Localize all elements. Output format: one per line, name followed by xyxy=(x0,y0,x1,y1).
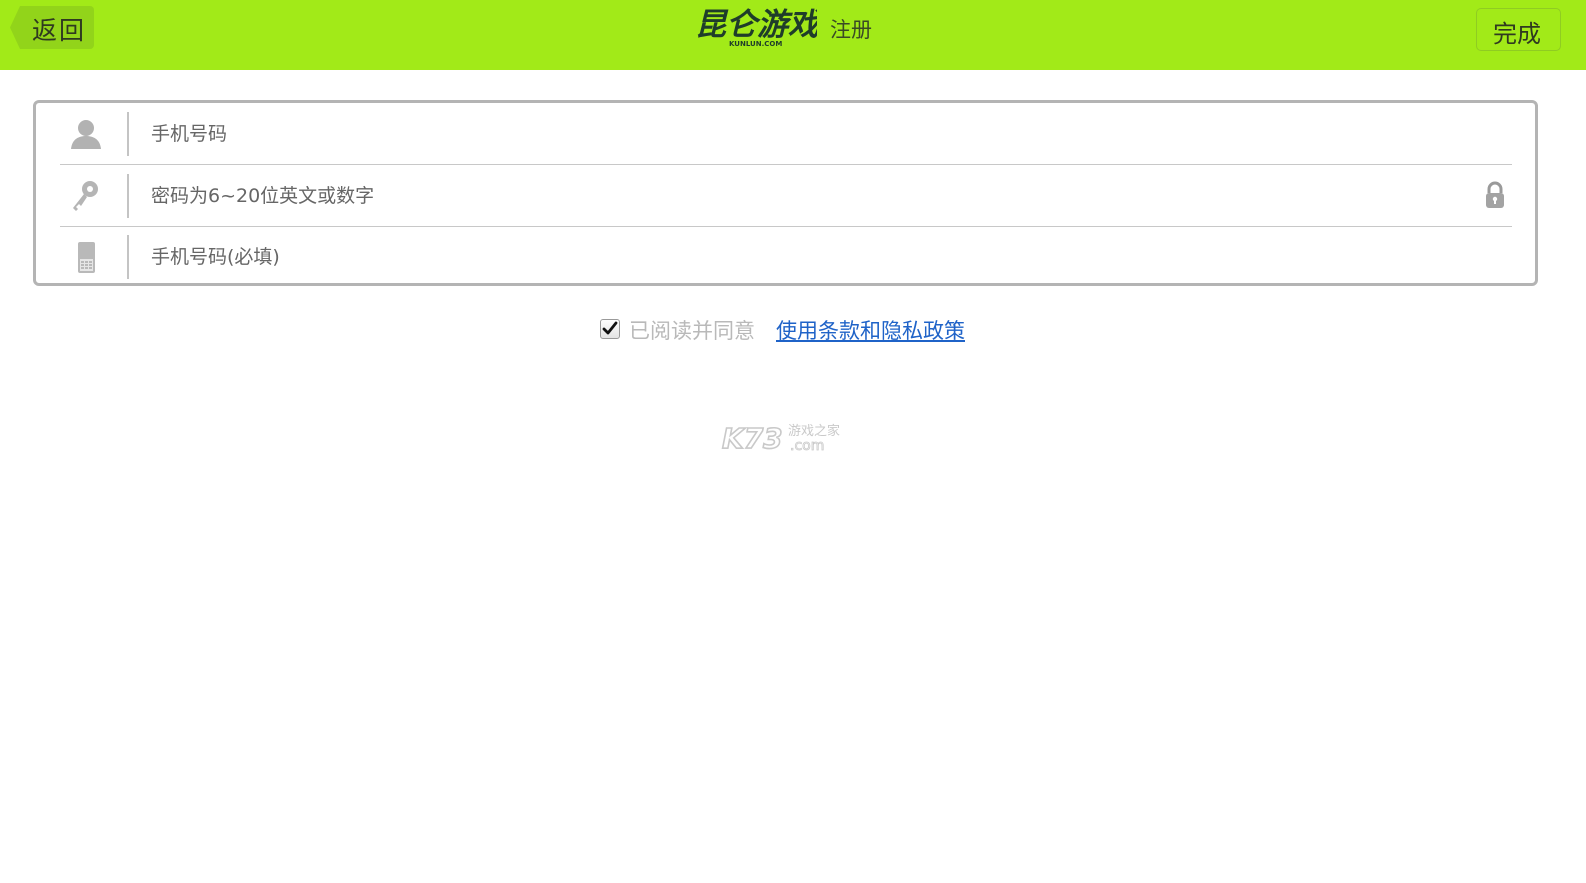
back-button-label: 返回 xyxy=(32,16,87,45)
username-input[interactable] xyxy=(149,113,1453,155)
key-icon xyxy=(73,181,98,211)
top-bar: 返回 昆仑游戏 KUNLUN.COM 注册 完成 xyxy=(0,0,1586,70)
kunlun-logo: 昆仑游戏 KUNLUN.COM xyxy=(695,7,817,48)
watermark-main: K73 xyxy=(722,422,783,454)
phone-row xyxy=(60,226,1512,287)
phone-input[interactable] xyxy=(149,236,1453,278)
lock-icon[interactable] xyxy=(1484,180,1506,210)
password-input[interactable] xyxy=(149,175,1453,217)
user-icon xyxy=(71,120,101,149)
row-divider xyxy=(127,235,129,279)
agree-checkbox[interactable] xyxy=(600,319,620,339)
row-divider xyxy=(127,174,129,218)
done-button[interactable]: 完成 xyxy=(1476,8,1561,51)
logo-text: 昆仑游戏 xyxy=(695,7,817,43)
agree-label: 已阅读并同意 xyxy=(629,319,755,343)
back-button[interactable]: 返回 xyxy=(10,6,94,49)
checkmark-icon xyxy=(602,321,618,335)
k73-watermark-logo: K73 游戏之家 .com xyxy=(721,421,840,454)
logo-subtext: KUNLUN.COM xyxy=(729,40,782,48)
password-row xyxy=(60,165,1512,227)
row-divider xyxy=(127,112,129,156)
watermark-sub1: 游戏之家 xyxy=(788,423,840,439)
done-button-label: 完成 xyxy=(1493,20,1541,48)
register-form xyxy=(33,100,1538,286)
phone-icon xyxy=(78,242,95,273)
username-row xyxy=(60,103,1512,165)
terms-privacy-link[interactable]: 使用条款和隐私政策 xyxy=(776,315,965,345)
page-title: 注册 xyxy=(830,18,872,42)
watermark-sub2: .com xyxy=(790,438,824,454)
